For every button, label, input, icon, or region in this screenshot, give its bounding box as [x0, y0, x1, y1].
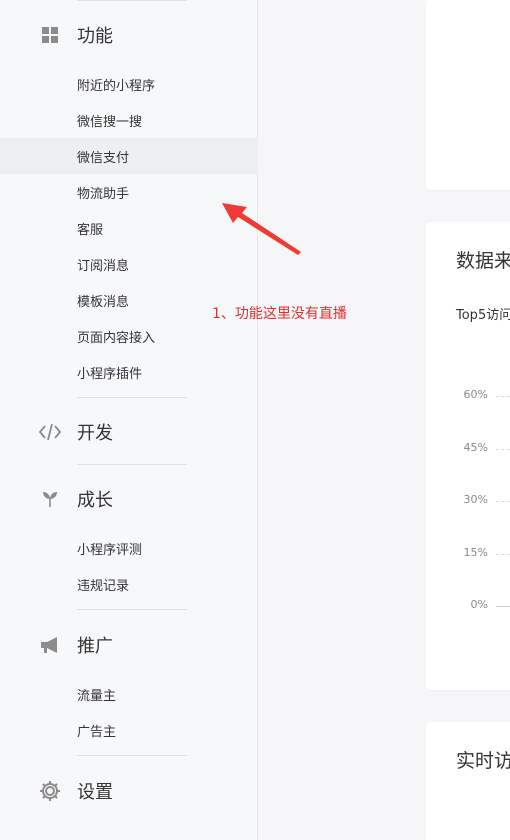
- sprout-icon: [38, 487, 62, 511]
- sidebar-item-nearby-miniprogram[interactable]: 附近的小程序: [0, 66, 258, 102]
- y-tick-label: 60%: [463, 388, 488, 401]
- section-promote-label: 推广: [77, 636, 113, 657]
- sidebar-item-traffic-owner[interactable]: 流量主: [0, 676, 258, 712]
- sidebar-item-evaluation[interactable]: 小程序评测: [0, 530, 258, 566]
- sidebar-item-plugins[interactable]: 小程序插件: [0, 354, 258, 390]
- sidebar-item-label: 微信支付: [77, 150, 130, 166]
- card-title: 实时访: [456, 750, 510, 772]
- y-tick-label: 45%: [463, 441, 488, 454]
- sidebar-item-label: 订阅消息: [77, 258, 130, 274]
- gridline: [496, 449, 510, 450]
- section-function-label: 功能: [77, 26, 113, 47]
- sidebar-item-label: 小程序评测: [77, 542, 143, 558]
- y-tick-label: 15%: [463, 546, 488, 559]
- x-axis-line: [496, 606, 510, 607]
- realtime-card: 实时访: [426, 722, 510, 840]
- sidebar-item-label: 附近的小程序: [77, 78, 156, 94]
- divider: [77, 609, 187, 610]
- divider: [77, 397, 187, 398]
- annotation-arrow-icon: [222, 203, 301, 255]
- y-tick-label: 30%: [463, 493, 488, 506]
- divider: [77, 464, 187, 465]
- divider: [77, 755, 187, 756]
- megaphone-icon: [38, 633, 62, 657]
- code-icon: [38, 420, 62, 444]
- sidebar-item-label: 小程序插件: [77, 366, 143, 382]
- section-develop[interactable]: 开发: [0, 412, 258, 452]
- sidebar-item-wechat-search[interactable]: 微信搜一搜: [0, 102, 258, 138]
- sidebar-item-advertiser[interactable]: 广告主: [0, 712, 258, 748]
- sidebar-item-label: 模板消息: [77, 294, 130, 310]
- gridline: [496, 554, 510, 555]
- sidebar-item-violations[interactable]: 违规记录: [0, 566, 258, 602]
- divider: [77, 0, 187, 1]
- annotation-text: 1、功能这里没有直播: [212, 306, 347, 322]
- sidebar-item-page-content[interactable]: 页面内容接入: [0, 318, 258, 354]
- sidebar-item-label: 微信搜一搜: [77, 114, 143, 130]
- sidebar-item-label: 流量主: [77, 688, 117, 704]
- sidebar-item-label: 广告主: [77, 724, 117, 740]
- section-settings-label: 设置: [77, 782, 113, 803]
- gear-icon: [38, 779, 62, 803]
- gridline: [496, 396, 510, 397]
- sidebar-item-label: 违规记录: [77, 578, 130, 594]
- data-source-card: 数据来 Top5访问 60% 45% 30% 15% 0%: [426, 222, 510, 690]
- gridline: [496, 501, 510, 502]
- sidebar-item-wechat-pay[interactable]: 微信支付: [0, 138, 258, 174]
- section-develop-label: 开发: [77, 423, 113, 444]
- sidebar: 功能 附近的小程序 微信搜一搜 微信支付 物流助手 客服 订阅消息 模板消息 页…: [0, 0, 258, 840]
- section-function[interactable]: 功能: [0, 15, 258, 55]
- sidebar-item-label: 物流助手: [77, 186, 130, 202]
- sidebar-item-label: 客服: [77, 222, 104, 238]
- y-tick-label: 0%: [470, 598, 488, 611]
- section-growth-label: 成长: [77, 490, 113, 511]
- sidebar-item-label: 页面内容接入: [77, 330, 156, 346]
- overview-card: [426, 0, 510, 190]
- section-growth[interactable]: 成长: [0, 479, 258, 519]
- section-promote[interactable]: 推广: [0, 625, 258, 665]
- card-title: 数据来: [456, 250, 510, 272]
- card-subtitle: Top5访问: [456, 308, 510, 323]
- section-settings[interactable]: 设置: [0, 771, 258, 811]
- grid-icon: [38, 23, 62, 47]
